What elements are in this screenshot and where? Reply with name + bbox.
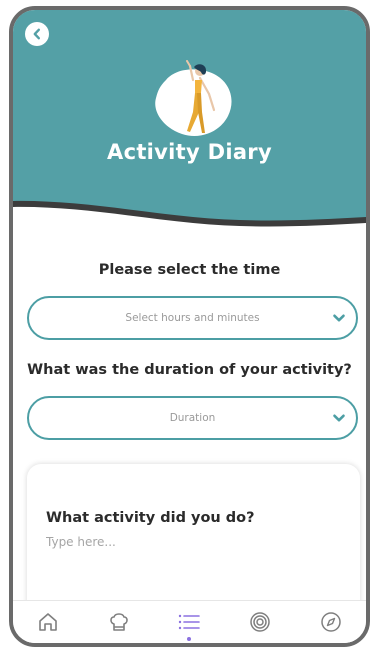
bottom-tab-bar [13,600,366,643]
time-select[interactable]: Select hours and minutes [27,296,358,340]
duration-label: What was the duration of your activity? [27,362,352,378]
chevron-down-icon [333,414,345,422]
tab-recipes[interactable] [99,602,139,642]
target-icon [250,612,270,632]
tab-diary[interactable] [169,602,209,642]
activity-input[interactable] [46,535,336,549]
phone-frame: Activity Diary Please select the time Se… [9,6,370,647]
time-select-placeholder: Select hours and minutes [125,312,260,324]
compass-icon [320,612,341,632]
page-title: Activity Diary [107,140,272,164]
activity-label: What activity did you do? [46,510,255,526]
chef-hat-icon [110,613,128,631]
time-label: Please select the time [98,262,281,278]
duration-select-placeholder: Duration [169,412,216,424]
home-icon [39,613,58,631]
woman-stretching-illustration [155,60,232,136]
duration-select[interactable]: Duration [27,396,358,440]
tab-home[interactable] [28,602,68,642]
chevron-down-icon [333,314,345,322]
active-tab-indicator [187,637,192,641]
tab-goals[interactable] [240,602,280,642]
list-icon [179,614,201,630]
chevron-left-icon [33,28,40,40]
tab-explore[interactable] [311,602,351,642]
back-button[interactable] [25,22,49,46]
